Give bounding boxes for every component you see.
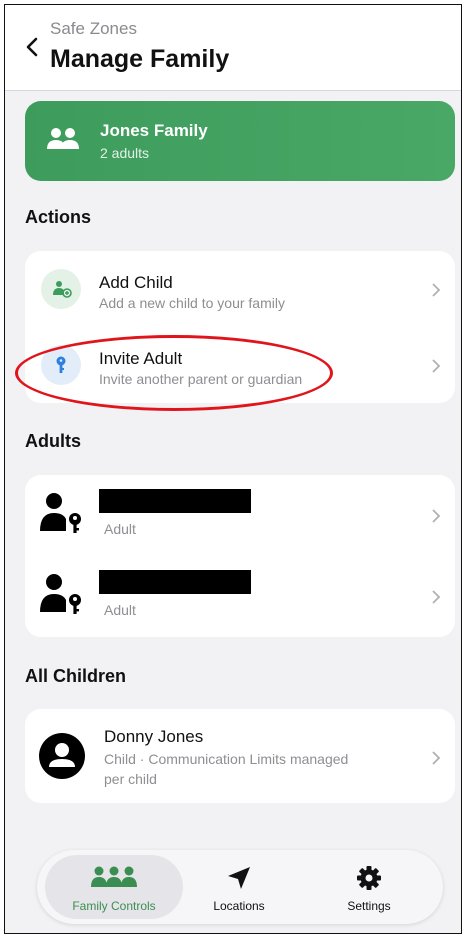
redacted-name xyxy=(99,570,251,594)
chevron-right-icon xyxy=(432,590,441,604)
adult-row[interactable]: Adult xyxy=(25,475,455,556)
family-icon xyxy=(91,866,137,887)
location-arrow-icon xyxy=(228,867,250,889)
nav-locations[interactable]: Locations xyxy=(177,855,301,919)
nav-family-controls[interactable]: Family Controls xyxy=(45,855,183,919)
person-circle-icon xyxy=(39,733,85,779)
adult-row[interactable]: Adult xyxy=(25,556,455,637)
chevron-left-icon[interactable] xyxy=(21,35,43,59)
gear-icon xyxy=(357,866,381,890)
chevron-right-icon xyxy=(432,359,441,373)
bottom-nav: Family Controls Locations Settings xyxy=(37,850,443,924)
family-card[interactable]: Jones Family 2 adults xyxy=(25,101,455,181)
add-child-icon xyxy=(41,269,81,309)
add-child-label: Add Child xyxy=(99,273,173,292)
adult-role: Adult xyxy=(104,521,136,537)
app-frame: Safe Zones Manage Family Jones Family 2 … xyxy=(4,4,462,934)
adult-key-icon xyxy=(40,574,81,614)
children-card: Donny Jones Child · Communication Limits… xyxy=(25,709,455,803)
child-sub-line2: per child xyxy=(104,771,157,787)
family-name: Jones Family xyxy=(100,121,208,140)
chevron-right-icon xyxy=(432,509,441,523)
nav-locations-label: Locations xyxy=(213,899,265,913)
family-group-icon xyxy=(47,128,79,149)
add-child-sub: Add a new child to your family xyxy=(99,295,285,311)
adult-role: Adult xyxy=(104,602,136,618)
adults-title: Adults xyxy=(25,431,81,451)
nav-family-controls-label: Family Controls xyxy=(72,899,156,913)
redacted-name xyxy=(99,489,251,513)
add-child-row[interactable]: Add Child Add a new child to your family xyxy=(25,251,455,327)
chevron-right-icon xyxy=(432,751,441,765)
children-title: All Children xyxy=(25,666,127,686)
header: Safe Zones Manage Family xyxy=(5,5,461,91)
nav-settings[interactable]: Settings xyxy=(307,855,431,919)
nav-settings-label: Settings xyxy=(347,899,391,913)
child-row[interactable]: Donny Jones Child · Communication Limits… xyxy=(25,709,455,803)
chevron-right-icon xyxy=(432,283,441,297)
page-title: Manage Family xyxy=(50,45,230,73)
child-sub-line1: Child · Communication Limits managed xyxy=(104,751,349,767)
highlight-annotation xyxy=(15,335,333,411)
adults-card: Adult Adult xyxy=(25,475,455,637)
family-count: 2 adults xyxy=(100,145,150,161)
adult-key-icon xyxy=(40,493,81,533)
back-label[interactable]: Safe Zones xyxy=(50,19,137,39)
actions-title: Actions xyxy=(25,207,92,227)
child-name: Donny Jones xyxy=(104,727,204,746)
